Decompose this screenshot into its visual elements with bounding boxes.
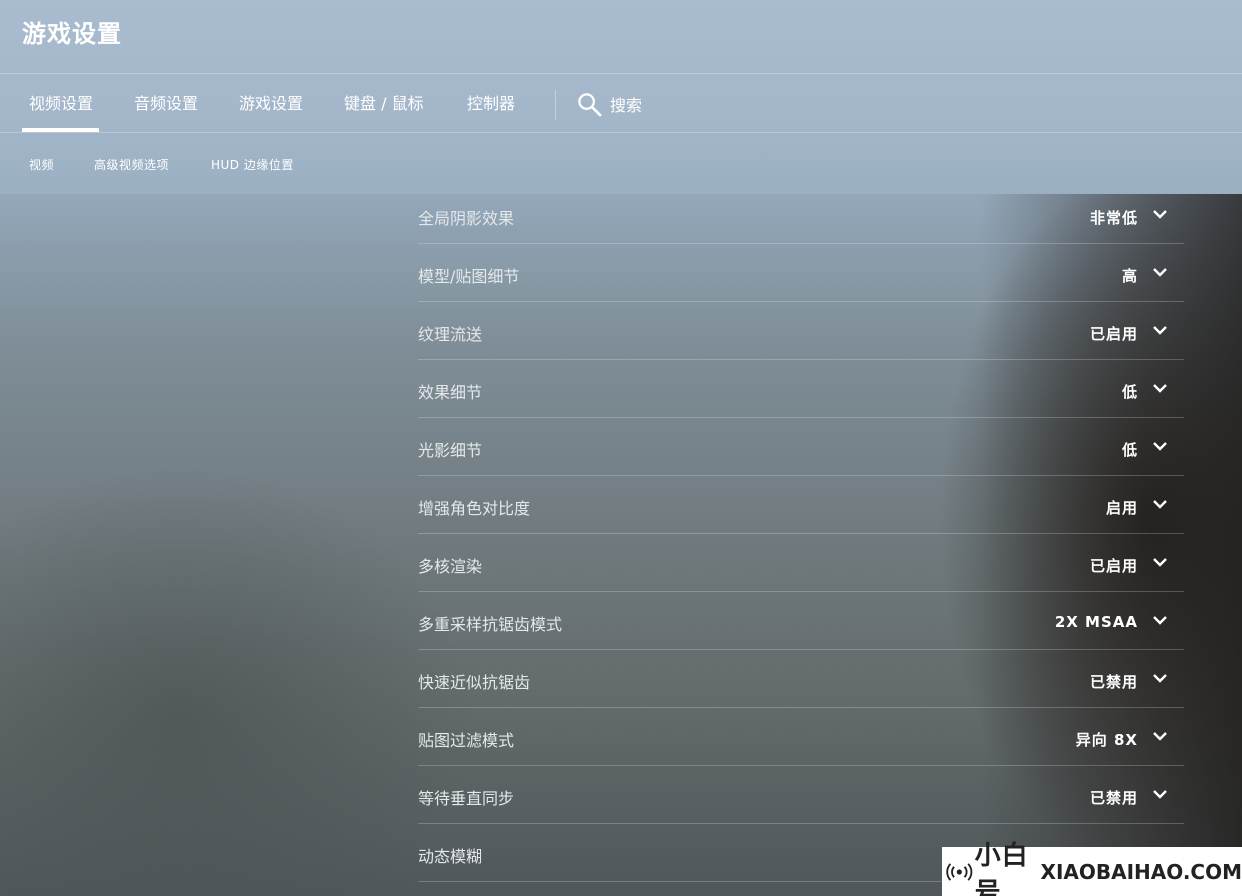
search-button[interactable]: 搜索 [577, 91, 642, 117]
watermark-text-en: XIAOBAIHAO.COM [1040, 859, 1242, 884]
tab-audio-settings[interactable]: 音频设置 [134, 74, 198, 132]
setting-row-fxaa[interactable]: 快速近似抗锯齿 已禁用 [418, 650, 1184, 708]
setting-label: 效果细节 [418, 383, 483, 402]
setting-value-dropdown[interactable]: 已启用 [1090, 323, 1138, 344]
setting-label: 纹理流送 [418, 325, 483, 344]
setting-label: 模型/贴图细节 [418, 267, 520, 286]
tab-controller[interactable]: 控制器 [467, 74, 515, 132]
page-title: 游戏设置 [22, 20, 122, 48]
setting-label: 等待垂直同步 [418, 789, 515, 808]
chevron-down-icon[interactable] [1152, 440, 1168, 452]
chevron-down-icon[interactable] [1152, 324, 1168, 336]
chevron-down-icon[interactable] [1152, 556, 1168, 568]
tab-video-settings[interactable]: 视频设置 [21, 74, 100, 132]
settings-list: 全局阴影效果 非常低 模型/贴图细节 高 纹理流送 已启用 效果细节 低 光影细… [418, 186, 1184, 882]
tabs-divider [555, 90, 556, 120]
setting-value-dropdown[interactable]: 高 [1122, 265, 1138, 286]
setting-value-dropdown[interactable]: 非常低 [1090, 207, 1138, 228]
search-icon [578, 92, 602, 116]
chevron-down-icon[interactable] [1152, 730, 1168, 742]
main-tabs: 视频设置 音频设置 游戏设置 键盘 / 鼠标 控制器 搜索 [0, 74, 1242, 132]
chevron-down-icon[interactable] [1152, 498, 1168, 510]
subtab-advanced-video[interactable]: 高级视频选项 [94, 150, 169, 180]
search-label: 搜索 [610, 96, 643, 115]
setting-row-model-texture-detail[interactable]: 模型/贴图细节 高 [418, 244, 1184, 302]
setting-row-boost-player-contrast[interactable]: 增强角色对比度 启用 [418, 476, 1184, 534]
watermark-text-cn: 小白号 [974, 840, 1029, 896]
setting-row-msaa-mode[interactable]: 多重采样抗锯齿模式 2X MSAA [418, 592, 1184, 650]
setting-value-dropdown[interactable]: 异向 8X [1076, 729, 1138, 750]
setting-label: 全局阴影效果 [418, 209, 515, 228]
setting-value-dropdown[interactable]: 2X MSAA [1055, 613, 1138, 631]
watermark-badge: 小白号 XIAOBAIHAO.COM [942, 841, 1242, 896]
subtab-video[interactable]: 视频 [29, 150, 54, 180]
chevron-down-icon[interactable] [1152, 382, 1168, 394]
chevron-down-icon[interactable] [1152, 208, 1168, 220]
tab-keyboard-mouse[interactable]: 键盘 / 鼠标 [344, 74, 424, 132]
setting-row-global-shadow[interactable]: 全局阴影效果 非常低 [418, 186, 1184, 244]
setting-value-dropdown[interactable]: 低 [1122, 381, 1138, 402]
setting-label: 快速近似抗锯齿 [418, 673, 531, 692]
setting-value-dropdown[interactable]: 已禁用 [1090, 787, 1138, 808]
setting-row-effect-detail[interactable]: 效果细节 低 [418, 360, 1184, 418]
chevron-down-icon[interactable] [1152, 672, 1168, 684]
setting-row-texture-streaming[interactable]: 纹理流送 已启用 [418, 302, 1184, 360]
subtab-hud-edge[interactable]: HUD 边缘位置 [211, 150, 294, 180]
tab-game-settings[interactable]: 游戏设置 [239, 74, 303, 132]
setting-label: 动态模糊 [418, 847, 483, 866]
setting-row-vsync[interactable]: 等待垂直同步 已禁用 [418, 766, 1184, 824]
chevron-down-icon[interactable] [1152, 266, 1168, 278]
chevron-down-icon[interactable] [1152, 614, 1168, 626]
setting-value-dropdown[interactable]: 已禁用 [1090, 671, 1138, 692]
setting-label: 多核渲染 [418, 557, 483, 576]
setting-row-shader-detail[interactable]: 光影细节 低 [418, 418, 1184, 476]
setting-value-dropdown[interactable]: 低 [1122, 439, 1138, 460]
setting-label: 增强角色对比度 [418, 499, 531, 518]
setting-label: 多重采样抗锯齿模式 [418, 615, 563, 634]
setting-value-dropdown[interactable]: 已启用 [1090, 555, 1138, 576]
setting-label: 光影细节 [418, 441, 483, 460]
sub-tabs: 视频 高级视频选项 HUD 边缘位置 [0, 150, 700, 180]
setting-label: 贴图过滤模式 [418, 731, 515, 750]
tabs-divider-line [0, 132, 1242, 133]
setting-row-multicore-rendering[interactable]: 多核渲染 已启用 [418, 534, 1184, 592]
chevron-down-icon[interactable] [1152, 788, 1168, 800]
setting-row-texture-filtering[interactable]: 贴图过滤模式 异向 8X [418, 708, 1184, 766]
setting-value-dropdown[interactable]: 启用 [1106, 497, 1138, 518]
broadcast-icon [946, 862, 973, 881]
